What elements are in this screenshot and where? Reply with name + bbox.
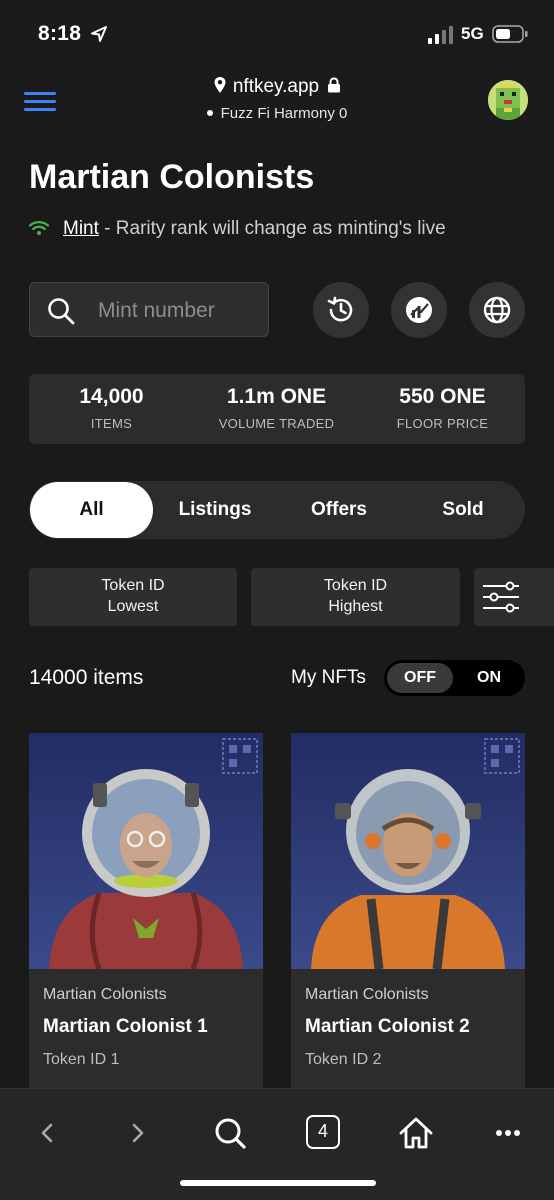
tab-listings[interactable]: Listings <box>153 481 277 539</box>
nft-image <box>291 733 525 969</box>
chevron-right-icon <box>132 1123 144 1143</box>
search-input[interactable]: Mint number <box>29 282 269 337</box>
stat-volume: 1.1m ONE VOLUME TRADED <box>194 374 359 431</box>
history-button[interactable] <box>313 282 369 338</box>
mint-note: - Rarity rank will change as minting's l… <box>98 218 446 239</box>
search-button[interactable] <box>210 1113 250 1153</box>
filter-sliders-icon <box>483 581 519 613</box>
stat-items: 14,000 ITEMS <box>29 374 194 431</box>
toggle-off-option[interactable]: OFF <box>387 663 453 693</box>
card-collection: Martian Colonists <box>305 986 429 1003</box>
my-nfts-label: My NFTs <box>291 667 366 688</box>
website-button[interactable] <box>469 282 525 338</box>
more-button[interactable] <box>488 1113 528 1153</box>
tab-sold[interactable]: Sold <box>401 481 525 539</box>
status-bar: 8:18 5G <box>0 0 554 64</box>
forward-button[interactable] <box>117 1113 157 1153</box>
chart-icon <box>406 297 432 323</box>
sort-label-line2: Highest <box>328 598 383 615</box>
sort-token-id-highest-button[interactable]: Token ID Highest <box>251 568 460 626</box>
home-button[interactable] <box>396 1113 436 1153</box>
network-dot-icon <box>206 110 213 116</box>
card-token-id: Token ID 2 <box>305 1051 382 1068</box>
signal-icon <box>428 26 453 44</box>
collection-stats: 14,000 ITEMS 1.1m ONE VOLUME TRADED 550 … <box>29 374 525 444</box>
activity-tabs: All Listings Offers Sold <box>29 481 525 539</box>
status-time: 8:18 <box>38 22 82 45</box>
my-nfts-toggle[interactable]: OFF ON <box>384 660 525 696</box>
stat-value: 1.1m ONE <box>226 385 327 408</box>
history-icon <box>327 296 353 322</box>
collection-page: Martian Colonists Mint - Rarity rank wil… <box>0 130 554 1088</box>
sort-label-line1: Token ID <box>323 577 388 594</box>
card-title: Martian Colonist 2 <box>305 1016 470 1037</box>
sort-label-line2: Lowest <box>107 598 159 615</box>
home-icon <box>399 1117 433 1149</box>
tab-all[interactable]: All <box>30 482 153 538</box>
network-type: 5G <box>461 24 484 43</box>
battery-icon <box>492 25 528 43</box>
stat-value: 14,000 <box>79 385 144 408</box>
toggle-on-option[interactable]: ON <box>456 663 522 693</box>
tab-offers[interactable]: Offers <box>277 481 401 539</box>
url-field[interactable]: nftkey.app <box>0 76 554 98</box>
page-title: Martian Colonists <box>29 158 315 196</box>
browser-url-bar: nftkey.app Fuzz Fi Harmony 0 <box>0 64 554 130</box>
search-placeholder: Mint number <box>98 299 215 322</box>
nft-card[interactable]: Martian Colonists Martian Colonist 2 Tok… <box>291 733 525 1088</box>
sort-token-id-lowest-button[interactable]: Token ID Lowest <box>29 568 237 626</box>
card-token-id: Token ID 1 <box>43 1051 120 1068</box>
network-label: Fuzz Fi Harmony 0 <box>220 105 348 122</box>
url-text: nftkey.app <box>232 76 320 97</box>
search-icon <box>215 1118 246 1149</box>
live-signal-icon <box>29 221 49 235</box>
stat-label: FLOOR PRICE <box>396 416 489 431</box>
globe-icon <box>483 296 511 324</box>
stat-label: ITEMS <box>90 416 133 431</box>
card-title: Martian Colonist 1 <box>43 1016 208 1037</box>
network-indicator[interactable]: Fuzz Fi Harmony 0 <box>0 105 554 122</box>
card-collection: Martian Colonists <box>43 986 167 1003</box>
stat-floor-price: 550 ONE FLOOR PRICE <box>360 374 525 431</box>
nft-card[interactable]: Martian Colonists Martian Colonist 1 Tok… <box>29 733 263 1088</box>
tabs-count-button[interactable]: 4 <box>306 1115 340 1149</box>
more-dots-icon <box>496 1130 520 1136</box>
mint-status: Mint - Rarity rank will change as mintin… <box>29 218 446 240</box>
stats-chart-button[interactable] <box>391 282 447 338</box>
filter-button[interactable] <box>474 568 554 626</box>
search-icon <box>48 298 75 325</box>
pixel-avatar-icon <box>488 80 528 120</box>
nft-image <box>29 733 263 969</box>
item-count: 14000 items <box>29 666 144 689</box>
chevron-left-icon <box>41 1123 53 1143</box>
back-button[interactable] <box>28 1113 68 1153</box>
mint-link[interactable]: Mint <box>63 218 99 239</box>
stat-value: 550 ONE <box>399 385 486 408</box>
home-indicator <box>180 1180 376 1186</box>
avatar[interactable] <box>488 80 528 120</box>
lock-icon <box>328 77 341 93</box>
location-arrow-icon <box>91 26 107 42</box>
stat-label: VOLUME TRADED <box>218 416 335 431</box>
sort-label-line1: Token ID <box>101 577 165 594</box>
site-pin-icon <box>214 77 226 93</box>
